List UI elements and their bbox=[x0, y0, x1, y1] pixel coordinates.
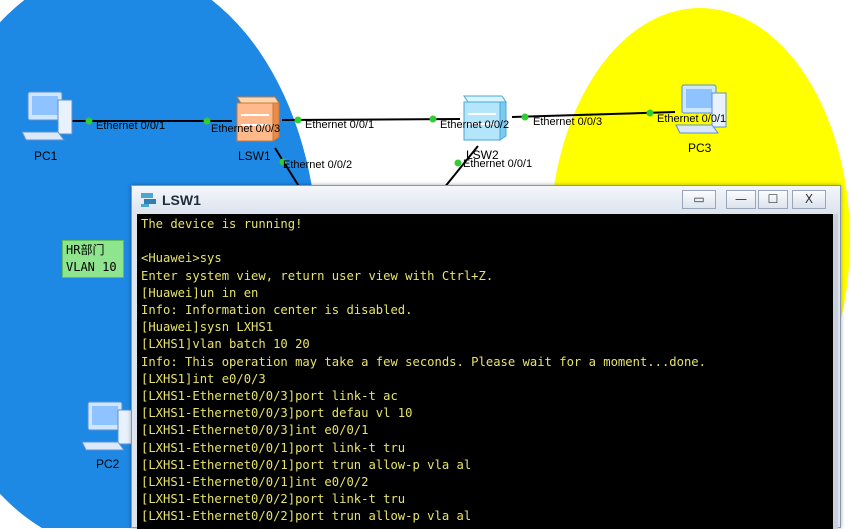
port-label-lsw2-e002: Ethernet 0/0/2 bbox=[440, 119, 510, 131]
port-dot bbox=[646, 109, 654, 117]
window-titlebar[interactable]: LSW1 ▭ — ☐ X bbox=[132, 186, 840, 214]
close-button[interactable]: X bbox=[792, 190, 826, 209]
port-label-lsw2-e003: Ethernet 0/0/3 bbox=[533, 116, 603, 128]
port-dot bbox=[203, 117, 211, 125]
terminal-line: [LXHS1-Ethernet0/0/3]port link-t ac bbox=[141, 389, 398, 404]
terminal-line: The device is running! bbox=[141, 217, 303, 231]
port-label-lsw1-e002: Ethernet 0/0/2 bbox=[283, 159, 353, 171]
terminal-line: [LXHS1-Ethernet0/0/1]port trun allow-p v… bbox=[141, 457, 472, 472]
window-title: LSW1 bbox=[162, 192, 201, 208]
terminal-line: Info: Information center is disabled. bbox=[141, 303, 413, 318]
restore-button[interactable]: ▭ bbox=[682, 190, 716, 209]
port-dot bbox=[521, 113, 529, 121]
maximize-button[interactable]: ☐ bbox=[758, 190, 788, 209]
terminal-line: [LXHS1-Ethernet0/0/3]port defau vl 10 bbox=[141, 406, 413, 421]
port-label-lsw1-e003: Ethernet 0/0/3 bbox=[211, 123, 281, 135]
terminal-output[interactable]: The device is running! <Huawei>sys Enter … bbox=[137, 214, 833, 529]
port-label-lsw2-e001: Ethernet 0/0/1 bbox=[463, 158, 533, 170]
port-dot bbox=[429, 115, 437, 123]
terminal-line: [LXHS1-Ethernet0/0/2]port link-t tru bbox=[141, 492, 406, 507]
terminal-line: [Huawei]sysn LXHS1 bbox=[141, 320, 274, 335]
terminal-line: [LXHS1-Ethernet0/0/2]port trun allow-p v… bbox=[141, 509, 472, 524]
terminal-line: [LXHS1-Ethernet0/0/1]int e0/0/2 bbox=[141, 475, 369, 490]
terminal-line: [LXHS1-Ethernet0/0/3]int e0/0/1 bbox=[141, 423, 369, 438]
port-label-pc1: Ethernet 0/0/1 bbox=[96, 120, 166, 132]
pc1-label: PC1 bbox=[34, 149, 58, 163]
terminal-line: [LXHS1]int e0/0/3 bbox=[141, 371, 266, 386]
minimize-button[interactable]: — bbox=[726, 190, 756, 209]
hr-label-line2: VLAN 10 bbox=[66, 260, 117, 274]
terminal-line: [LXHS1]vlan batch 10 20 bbox=[141, 337, 310, 352]
terminal-line: [Huawei]un in en bbox=[141, 285, 259, 300]
port-label-pc3: Ethernet 0/0/1 bbox=[657, 113, 727, 125]
terminal-scrollbar[interactable] bbox=[833, 214, 838, 529]
hr-label-line1: HR部门 bbox=[66, 243, 105, 257]
lsw1-label: LSW1 bbox=[238, 149, 271, 163]
terminal-line: <Huawei>sys bbox=[141, 251, 222, 266]
port-dot bbox=[294, 116, 302, 124]
terminal-line: Enter system view, return user view with… bbox=[141, 268, 494, 283]
pc3-label: PC3 bbox=[688, 141, 712, 155]
hr-vlan-label[interactable]: HR部门 VLAN 10 bbox=[62, 240, 124, 278]
lsw2-switch-icon[interactable] bbox=[463, 95, 507, 141]
pc2-label: PC2 bbox=[96, 457, 120, 471]
terminal-line: [LXHS1-Ethernet0/0/1]port link-t tru bbox=[141, 440, 406, 455]
port-dot bbox=[454, 159, 462, 167]
port-label-lsw1-e001: Ethernet 0/0/1 bbox=[305, 119, 375, 131]
switch-app-icon bbox=[141, 193, 156, 207]
port-dot bbox=[85, 117, 93, 125]
lsw1-terminal-window[interactable]: LSW1 ▭ — ☐ X The device is running! <Hua… bbox=[131, 185, 841, 529]
terminal-line: Info: This operation may take a few seco… bbox=[141, 354, 706, 369]
